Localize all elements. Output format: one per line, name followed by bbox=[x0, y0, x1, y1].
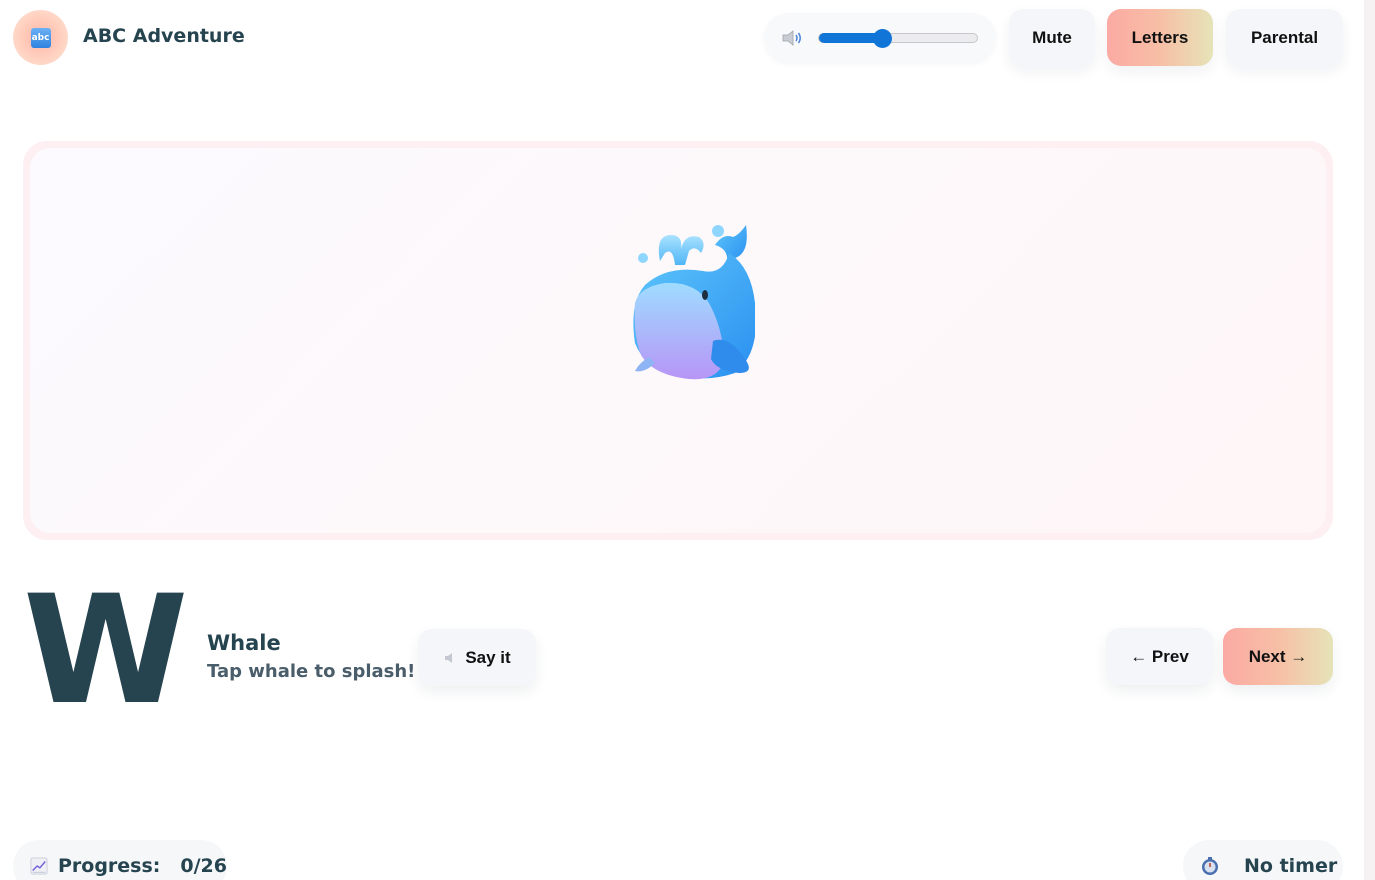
chart-increasing-icon bbox=[30, 857, 48, 875]
mute-button[interactable]: Mute bbox=[1009, 9, 1095, 66]
scrollbar-track[interactable] bbox=[1364, 0, 1375, 880]
stage-frame bbox=[23, 141, 1333, 540]
timer-indicator: No timer bbox=[1183, 840, 1343, 880]
stopwatch-icon bbox=[1202, 857, 1218, 875]
whale-icon[interactable] bbox=[605, 223, 757, 383]
letter-word: Whale bbox=[207, 631, 281, 655]
letters-button[interactable]: Letters bbox=[1107, 9, 1213, 66]
speaker-icon bbox=[445, 652, 453, 663]
say-it-button[interactable]: Say it bbox=[418, 629, 536, 686]
speaker-icon[interactable] bbox=[780, 28, 804, 48]
prev-button[interactable]: ← Prev bbox=[1106, 628, 1213, 685]
app-logo: abc bbox=[13, 10, 68, 65]
volume-control bbox=[764, 13, 996, 62]
progress-indicator: Progress: 0/26 bbox=[13, 840, 227, 880]
letter-hint: Tap whale to splash! bbox=[207, 661, 416, 682]
timer-label: No timer bbox=[1244, 855, 1338, 877]
app-title: ABC Adventure bbox=[83, 25, 245, 47]
next-button[interactable]: Next → bbox=[1223, 628, 1333, 685]
current-letter[interactable]: W bbox=[23, 576, 193, 726]
volume-slider[interactable] bbox=[818, 29, 978, 48]
progress-label: Progress: bbox=[57, 855, 161, 877]
progress-value: 0/26 bbox=[180, 855, 227, 877]
volume-slider-thumb[interactable] bbox=[873, 29, 893, 48]
say-it-label: Say it bbox=[465, 647, 511, 667]
app-page: abc ABC Adventure Mute Letters Parental bbox=[0, 0, 1375, 880]
stage-canvas bbox=[30, 148, 1326, 533]
abc-icon: abc bbox=[30, 27, 51, 48]
parental-button[interactable]: Parental bbox=[1226, 9, 1343, 66]
